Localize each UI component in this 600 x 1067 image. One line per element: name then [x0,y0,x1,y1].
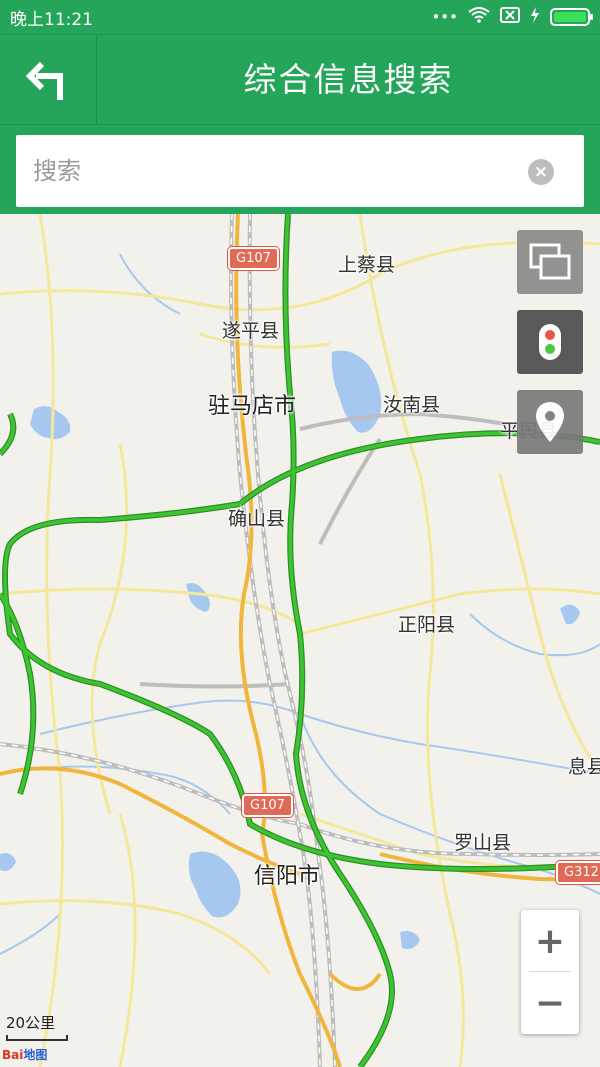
road-shield: G312 [556,861,600,884]
place-label-city: 驻马店市 [208,394,297,419]
map-logo: Bai地图 [2,1046,47,1063]
clear-circle-icon[interactable]: × [528,159,554,185]
map-scale: 20公里 [6,1012,68,1041]
status-bar: 晚上11:21 ••• [0,0,600,34]
logo-suffix: 地图 [23,1048,48,1062]
status-icons: ••• [431,7,593,27]
logo-brand: Bai [2,1048,24,1062]
place-label: 汝南县 [383,394,441,416]
road-shield: G107 [228,247,279,270]
location-pin-icon [536,402,564,442]
title-bar: 综合信息搜索 [0,34,600,125]
place-label: 上蔡县 [338,254,396,276]
layers-button[interactable] [517,230,583,294]
road-shield: G107 [242,794,293,817]
search-bar: × [0,124,600,214]
place-label: 遂平县 [222,320,280,342]
place-label: 正阳县 [398,614,456,636]
place-label: 息县 [568,756,600,778]
locate-button[interactable] [517,390,583,454]
zoom-divider [529,971,571,972]
page-title: 综合信息搜索 [243,60,454,99]
place-label: 确山县 [228,508,286,530]
map-view[interactable]: 上蔡县 遂平县 驻马店市 汝南县 平舆县 确山县 正阳县 息县 罗山县 信阳市 … [0,214,600,1067]
wifi-icon [468,7,490,27]
zoom-control: + − [521,910,579,1034]
charging-icon [530,7,540,27]
scale-bar [6,1035,68,1041]
search-input[interactable] [16,135,496,207]
zoom-in-button[interactable]: + [521,910,579,972]
app-screen: 晚上11:21 ••• 综合信息搜索 × [0,0,600,1067]
dots-icon: ••• [431,8,458,26]
battery-icon [550,8,593,26]
scale-label: 20公里 [6,1014,56,1032]
back-arrow-icon [26,61,63,100]
place-label: 罗山县 [454,832,512,854]
layers-icon [529,243,571,280]
sim-icon [500,7,520,27]
status-time: 晚上11:21 [10,9,93,30]
traffic-button[interactable] [517,310,583,374]
map-base-layer [0,214,600,1067]
zoom-out-button[interactable]: − [521,972,579,1034]
back-button[interactable] [0,35,97,125]
place-label-city: 信阳市 [254,864,321,889]
search-box: × [16,135,584,207]
traffic-light-icon [539,324,561,360]
